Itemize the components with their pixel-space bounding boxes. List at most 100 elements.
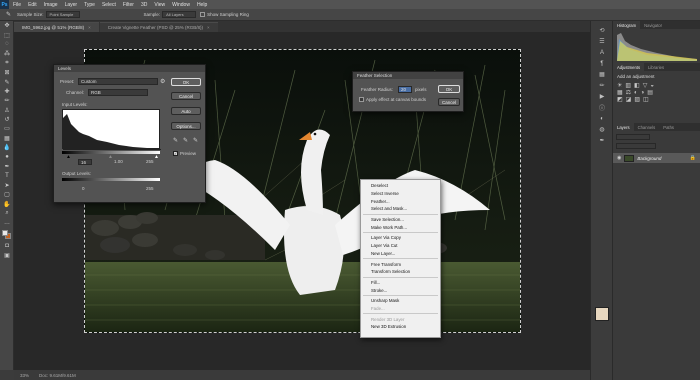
zoom-level[interactable]: 33% [20, 373, 29, 378]
white-eyedropper-icon[interactable]: ✎ [193, 137, 198, 144]
auto-button[interactable]: Auto [171, 107, 201, 115]
menu-3d[interactable]: 3D [141, 2, 147, 8]
white-point-slider[interactable]: ▲ [154, 154, 159, 160]
zoom-tool-icon[interactable]: ⌕ [0, 209, 14, 218]
context-menu-item[interactable]: Free Transform [361, 260, 440, 268]
character-icon[interactable]: A [591, 47, 613, 58]
hand-tool-icon[interactable]: ✋ [0, 199, 14, 208]
menu-window[interactable]: Window [172, 2, 190, 8]
tab-libraries[interactable]: Libraries [644, 63, 668, 71]
clone-stamp-icon[interactable]: ♙ [0, 106, 14, 115]
black-point-slider[interactable]: ▲ [66, 154, 71, 160]
preview-checkbox[interactable]: ✓ [173, 151, 178, 156]
type-tool-icon[interactable]: T [0, 171, 14, 180]
adjustment-icons-row-1[interactable]: ☀▥◧▽◒ [617, 82, 696, 89]
color-icon[interactable]: ◍ [591, 124, 613, 135]
path-select-icon[interactable]: ➤ [0, 181, 14, 190]
feather-radius-input[interactable]: 20 [398, 86, 412, 93]
crop-tool-icon[interactable]: ⌗ [0, 59, 14, 68]
menu-help[interactable]: Help [197, 2, 207, 8]
lasso-tool-icon[interactable]: ◌ [0, 40, 14, 49]
eyedropper-tool-icon[interactable]: ✎ [0, 77, 14, 86]
sample-size-select[interactable]: Point Sample [45, 11, 80, 18]
history-brush-icon[interactable]: ↺ [0, 115, 14, 124]
gray-eyedropper-icon[interactable]: ✎ [183, 137, 188, 144]
brush-tool-icon[interactable]: ✏ [0, 96, 14, 105]
eye-icon[interactable]: ◉ [617, 155, 621, 161]
eraser-tool-icon[interactable]: ▭ [0, 124, 14, 133]
styles-icon[interactable]: ◐ [591, 113, 613, 124]
context-menu-item[interactable]: Deselect [361, 182, 440, 190]
healing-brush-icon[interactable]: ✚ [0, 87, 14, 96]
context-menu-item[interactable]: Feather... [361, 197, 440, 205]
context-menu-item[interactable]: Stroke... [361, 286, 440, 294]
context-menu-item[interactable]: New 3D Extrusion [361, 323, 440, 331]
adjustment-icons-row-3[interactable]: ◩◪▨◫ [617, 96, 696, 103]
context-menu-item[interactable]: New Layer... [361, 250, 440, 258]
info-icon[interactable]: ⓘ [591, 102, 613, 113]
gamma-slider[interactable]: ▲ [108, 154, 113, 160]
foreground-color[interactable] [2, 229, 8, 236]
tab-adjustments[interactable]: Adjustments [613, 63, 645, 71]
context-menu-item[interactable]: Fill... [361, 279, 440, 287]
input-gamma-value[interactable]: 1.00 [114, 159, 123, 164]
gradient-tool-icon[interactable]: ▦ [0, 134, 14, 143]
paths-icon[interactable]: ✒ [591, 135, 613, 146]
context-menu-item[interactable]: Fade... [361, 305, 440, 313]
dodge-tool-icon[interactable]: ● [0, 152, 14, 161]
color-swatches[interactable] [0, 228, 13, 242]
pen-tool-icon[interactable]: ✒ [0, 162, 14, 171]
menu-edit[interactable]: Edit [28, 2, 37, 8]
brush-settings-icon[interactable]: ✏ [591, 80, 613, 91]
input-black-field[interactable]: 16 [78, 159, 92, 165]
apply-canvas-bounds-checkbox[interactable] [359, 97, 364, 102]
tab-channels[interactable]: Channels [634, 123, 660, 131]
blend-mode-select[interactable] [616, 143, 656, 149]
black-eyedropper-icon[interactable]: ✎ [173, 137, 178, 144]
input-white-value[interactable]: 255 [146, 159, 154, 164]
menu-image[interactable]: Image [44, 2, 58, 8]
paragraph-icon[interactable]: ¶ [591, 58, 613, 69]
close-icon[interactable]: × [88, 25, 91, 30]
properties-icon[interactable]: ☰ [591, 36, 613, 47]
tab-layers[interactable]: Layers [613, 123, 634, 131]
context-menu-item[interactable]: Layer Via Cut [361, 242, 440, 250]
context-menu-item[interactable]: Render 3D Layer [361, 315, 440, 323]
swatches-icon[interactable]: ▦ [591, 69, 613, 80]
context-menu-item[interactable]: Select Inverse [361, 190, 440, 198]
options-button[interactable]: Options... [171, 122, 201, 130]
ok-button[interactable]: OK [171, 78, 201, 86]
tab-vignette-feather[interactable]: Create Vignette Feather (PSD @ 25% (RGB/… [99, 22, 218, 32]
frame-tool-icon[interactable]: ⊠ [0, 68, 14, 77]
blur-tool-icon[interactable]: 💧 [0, 143, 14, 152]
show-ring-checkbox[interactable] [200, 12, 206, 17]
cancel-button[interactable]: Cancel [171, 92, 201, 100]
preset-select[interactable]: Custom [78, 78, 158, 85]
context-menu-item[interactable]: Select and Mask... [361, 205, 440, 213]
context-menu-item[interactable]: Transform Selection [361, 268, 440, 276]
close-icon[interactable]: × [207, 25, 210, 30]
move-tool-icon[interactable]: ✥ [0, 21, 14, 30]
cancel-button[interactable]: Cancel [438, 98, 460, 106]
history-icon[interactable]: ⟲ [591, 25, 613, 36]
tab-navigator[interactable]: Navigator [640, 21, 666, 29]
more-tools-icon[interactable]: … [0, 218, 14, 227]
context-menu-item[interactable]: Layer Via Copy [361, 234, 440, 242]
settings-gear-icon[interactable]: ⚙ [160, 78, 165, 85]
layer-row-background[interactable]: ◉ Background 🔒 [613, 153, 700, 163]
layer-filter-select[interactable] [616, 134, 650, 140]
output-black-value[interactable]: 0 [82, 186, 85, 191]
sample-select[interactable]: All Layers [162, 11, 197, 18]
quick-mask-icon[interactable]: ◘ [0, 242, 14, 251]
menu-file[interactable]: File [13, 2, 21, 8]
channel-select[interactable]: RGB [88, 89, 148, 96]
tab-img-5962[interactable]: IMG_5962.jpg @ 51% (RGB/8) × [14, 22, 99, 32]
screen-mode-icon[interactable]: ▣ [0, 251, 14, 260]
marquee-tool-icon[interactable]: ⬚ [0, 30, 14, 39]
menu-view[interactable]: View [154, 2, 165, 8]
menu-select[interactable]: Select [102, 2, 116, 8]
menu-type[interactable]: Type [84, 2, 95, 8]
menu-filter[interactable]: Filter [123, 2, 134, 8]
tab-histogram[interactable]: Histogram [613, 21, 641, 29]
thumbnail-icon[interactable] [595, 307, 609, 321]
